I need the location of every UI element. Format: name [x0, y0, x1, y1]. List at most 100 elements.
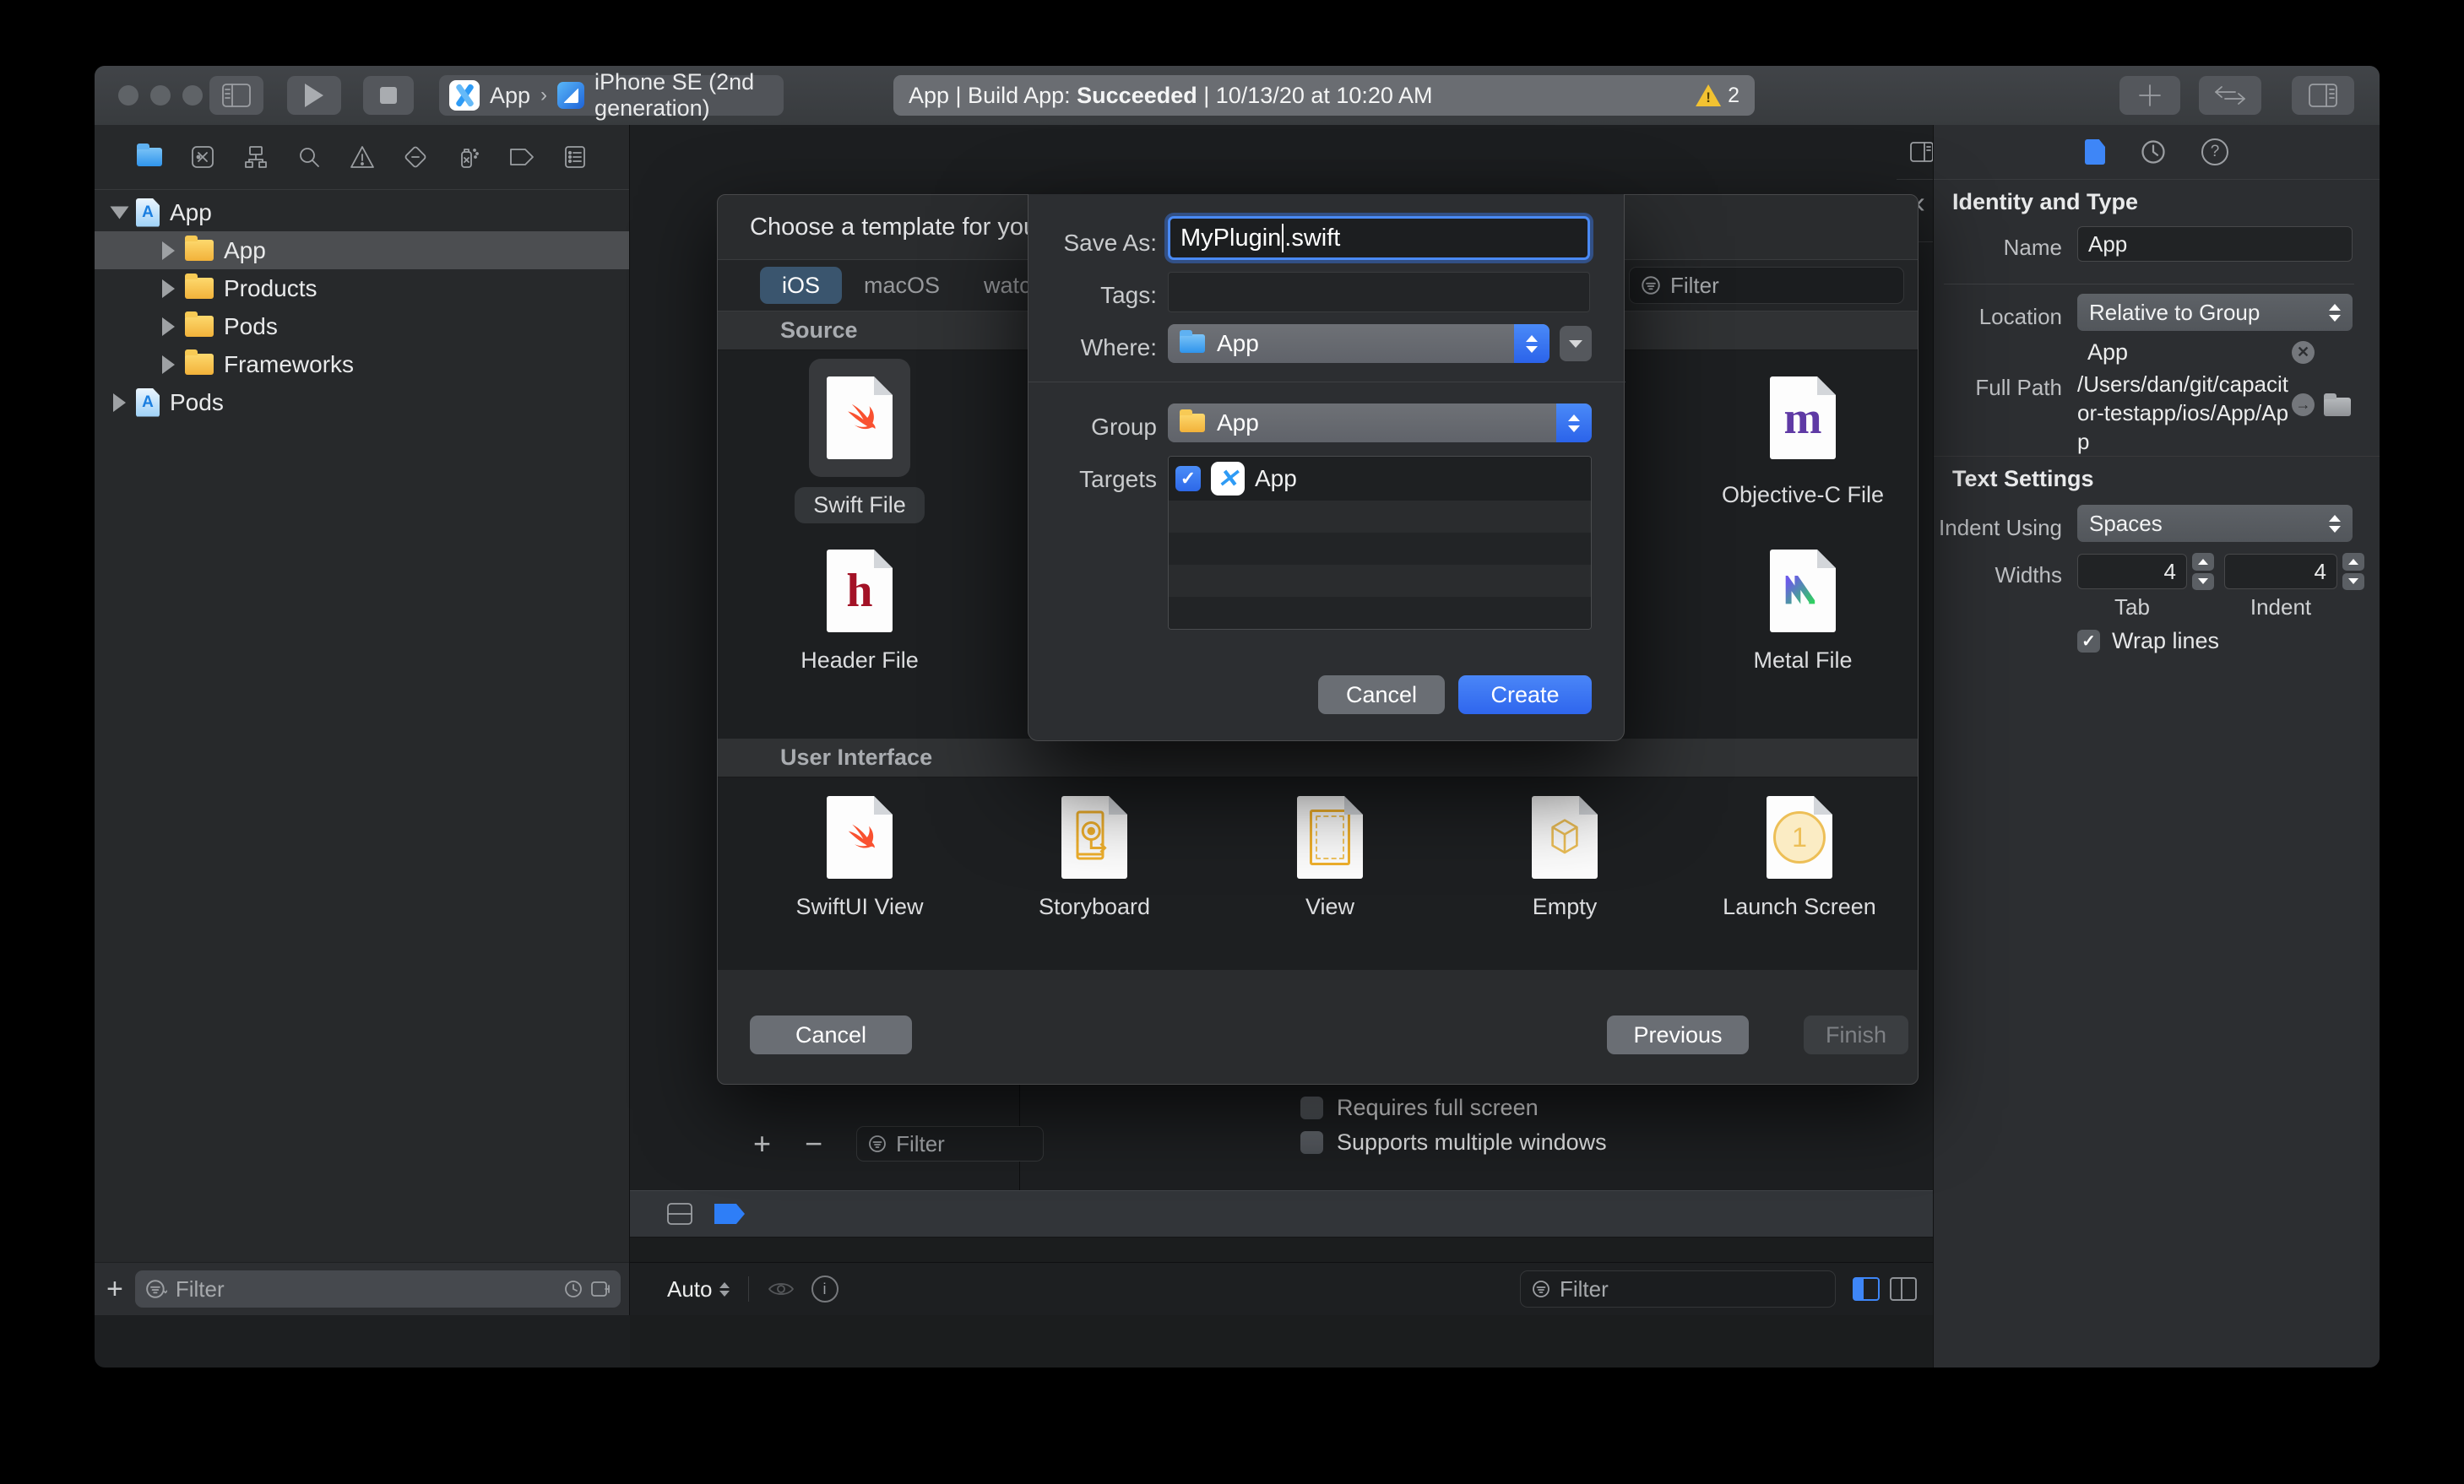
disclosure-closed-icon[interactable] — [162, 279, 175, 298]
reveal-path-button[interactable]: → — [2292, 393, 2315, 416]
breakpoint-navigator-tab[interactable] — [509, 144, 535, 170]
recent-files-icon[interactable] — [563, 1279, 583, 1299]
ui-template-grid: SwiftUI View Storyboard View Empty 1 Lau… — [718, 777, 1918, 970]
tree-row-app-group-selected[interactable]: App — [95, 231, 629, 269]
requires-fullscreen-row: Requires full screen — [1300, 1095, 1539, 1121]
sheet-cancel-button[interactable]: Cancel — [1318, 675, 1445, 714]
template-filter-field[interactable]: Filter — [1629, 267, 1904, 304]
save-as-field[interactable]: MyPlugin .swift — [1168, 216, 1590, 260]
navigator-filter-field[interactable]: Filter — [134, 1270, 621, 1308]
symbol-navigator-tab[interactable] — [243, 144, 269, 170]
scheme-selector[interactable]: App › iPhone SE (2nd generation) — [439, 69, 784, 121]
dialog-finish-button[interactable]: Finish — [1804, 1016, 1908, 1054]
name-field[interactable]: App — [2077, 226, 2353, 262]
tree-row-pods-group[interactable]: Pods — [95, 307, 629, 345]
target-checkbox[interactable]: ✓ — [1175, 466, 1201, 491]
show-console-view-icon[interactable] — [1890, 1277, 1917, 1301]
breakpoint-toggle-icon[interactable] — [714, 1204, 745, 1224]
add-target-button[interactable]: + — [753, 1126, 771, 1162]
tab-width-stepper[interactable] — [2192, 553, 2214, 590]
choose-folder-button[interactable] — [2324, 393, 2351, 416]
supports-multiwindow-checkbox[interactable] — [1300, 1131, 1323, 1154]
tree-row-project-app[interactable]: A App — [95, 193, 629, 231]
tree-row-frameworks[interactable]: Frameworks — [95, 345, 629, 383]
template-item-empty[interactable]: Empty — [1463, 796, 1666, 920]
expand-sheet-button[interactable] — [1560, 326, 1592, 361]
tab-ios[interactable]: iOS — [760, 267, 843, 304]
add-file-button[interactable]: + — [95, 1273, 135, 1306]
tags-field[interactable] — [1168, 272, 1590, 312]
name-label: Name — [2003, 235, 2062, 260]
sheet-create-button[interactable]: Create — [1458, 675, 1592, 714]
disclosure-closed-icon[interactable] — [162, 355, 175, 374]
targets-label: Targets — [1079, 466, 1157, 492]
debug-area-icon[interactable] — [667, 1203, 692, 1225]
traffic-zoom-button[interactable] — [182, 85, 203, 106]
file-inspector-tab-icon[interactable] — [2085, 139, 2105, 165]
location-popup[interactable]: Relative to Group — [2077, 294, 2353, 331]
template-item-metal-file[interactable]: Metal File — [1701, 550, 1904, 674]
test-navigator-tab[interactable] — [403, 144, 428, 170]
empty-row — [1169, 533, 1591, 565]
dialog-title: Choose a template for your — [750, 214, 1045, 241]
tab-width-field[interactable]: 4 — [2077, 554, 2187, 589]
issues-badge[interactable]: ! 2 — [1696, 84, 1739, 108]
toggle-inspector-button[interactable] — [2292, 76, 2354, 115]
template-item-objc-file[interactable]: m Objective-C File — [1701, 359, 1904, 508]
tree-row-pods-project[interactable]: A Pods — [95, 383, 629, 421]
debug-navigator-tab[interactable] — [456, 144, 481, 170]
requires-fullscreen-checkbox[interactable] — [1300, 1097, 1323, 1119]
disclosure-closed-icon[interactable] — [162, 241, 175, 260]
find-navigator-tab[interactable] — [296, 144, 322, 170]
remove-target-button[interactable]: − — [805, 1126, 822, 1162]
disclosure-closed-icon[interactable] — [113, 393, 126, 412]
clear-location-button[interactable]: ✕ — [2292, 341, 2315, 364]
issue-navigator-tab[interactable] — [350, 144, 375, 170]
template-item-launch-screen[interactable]: 1 Launch Screen — [1698, 796, 1901, 920]
fullpath-label: Full Path — [1975, 375, 2062, 400]
source-control-navigator-tab[interactable] — [190, 144, 215, 170]
tab-macos[interactable]: macOS — [842, 267, 962, 304]
add-editor-button[interactable] — [2119, 76, 2180, 115]
navigator-tab-bar — [95, 125, 629, 190]
stop-button[interactable] — [363, 76, 414, 115]
template-item-view[interactable]: View — [1229, 796, 1431, 920]
disclosure-open-icon[interactable] — [110, 206, 129, 219]
template-item-swift-file[interactable]: Swift File — [758, 359, 961, 523]
tree-row-products[interactable]: Products — [95, 269, 629, 307]
scm-status-icon[interactable] — [590, 1279, 611, 1299]
project-navigator-tab[interactable] — [136, 144, 162, 170]
template-item-swiftui-view[interactable]: SwiftUI View — [758, 796, 961, 920]
run-button[interactable] — [287, 76, 341, 115]
console-io-popup[interactable]: Auto — [667, 1276, 730, 1303]
indent-width-stepper[interactable] — [2342, 553, 2364, 590]
supports-multiwindow-row: Supports multiple windows — [1300, 1129, 1607, 1156]
history-inspector-tab-icon[interactable] — [2141, 139, 2166, 165]
disclosure-closed-icon[interactable] — [162, 317, 175, 336]
eye-icon[interactable] — [768, 1280, 795, 1298]
show-variables-view-icon[interactable] — [1853, 1277, 1880, 1301]
targets-filter-field[interactable]: Filter — [856, 1126, 1045, 1162]
dialog-cancel-button[interactable]: Cancel — [750, 1016, 912, 1054]
info-icon[interactable]: i — [811, 1275, 839, 1303]
toggle-navigator-button[interactable] — [209, 76, 263, 115]
group-popup[interactable]: App — [1168, 403, 1592, 442]
wrap-lines-checkbox[interactable]: ✓ — [2077, 630, 2100, 653]
traffic-minimize-button[interactable] — [150, 85, 171, 106]
where-popup[interactable]: App — [1168, 324, 1549, 363]
warning-outline-icon — [350, 146, 374, 168]
tree-label: Pods — [224, 312, 278, 339]
activity-status[interactable]: App | Build App: Succeeded | 10/13/20 at… — [893, 75, 1755, 116]
dialog-previous-button[interactable]: Previous — [1607, 1016, 1749, 1054]
template-item-storyboard[interactable]: Storyboard — [993, 796, 1196, 920]
console-filter-field[interactable]: Filter — [1520, 1270, 1836, 1308]
editor-options-button[interactable] — [1910, 142, 1934, 162]
indent-using-popup[interactable]: Spaces — [2077, 505, 2353, 542]
target-row-app[interactable]: ✓ ✕ App — [1169, 457, 1591, 501]
template-item-header-file[interactable]: h Header File — [758, 550, 961, 674]
indent-width-field[interactable]: 4 — [2224, 554, 2337, 589]
version-editor-button[interactable] — [2199, 76, 2261, 115]
traffic-close-button[interactable] — [118, 85, 138, 106]
report-navigator-tab[interactable] — [562, 144, 588, 170]
help-inspector-tab-icon[interactable]: ? — [2201, 138, 2228, 165]
